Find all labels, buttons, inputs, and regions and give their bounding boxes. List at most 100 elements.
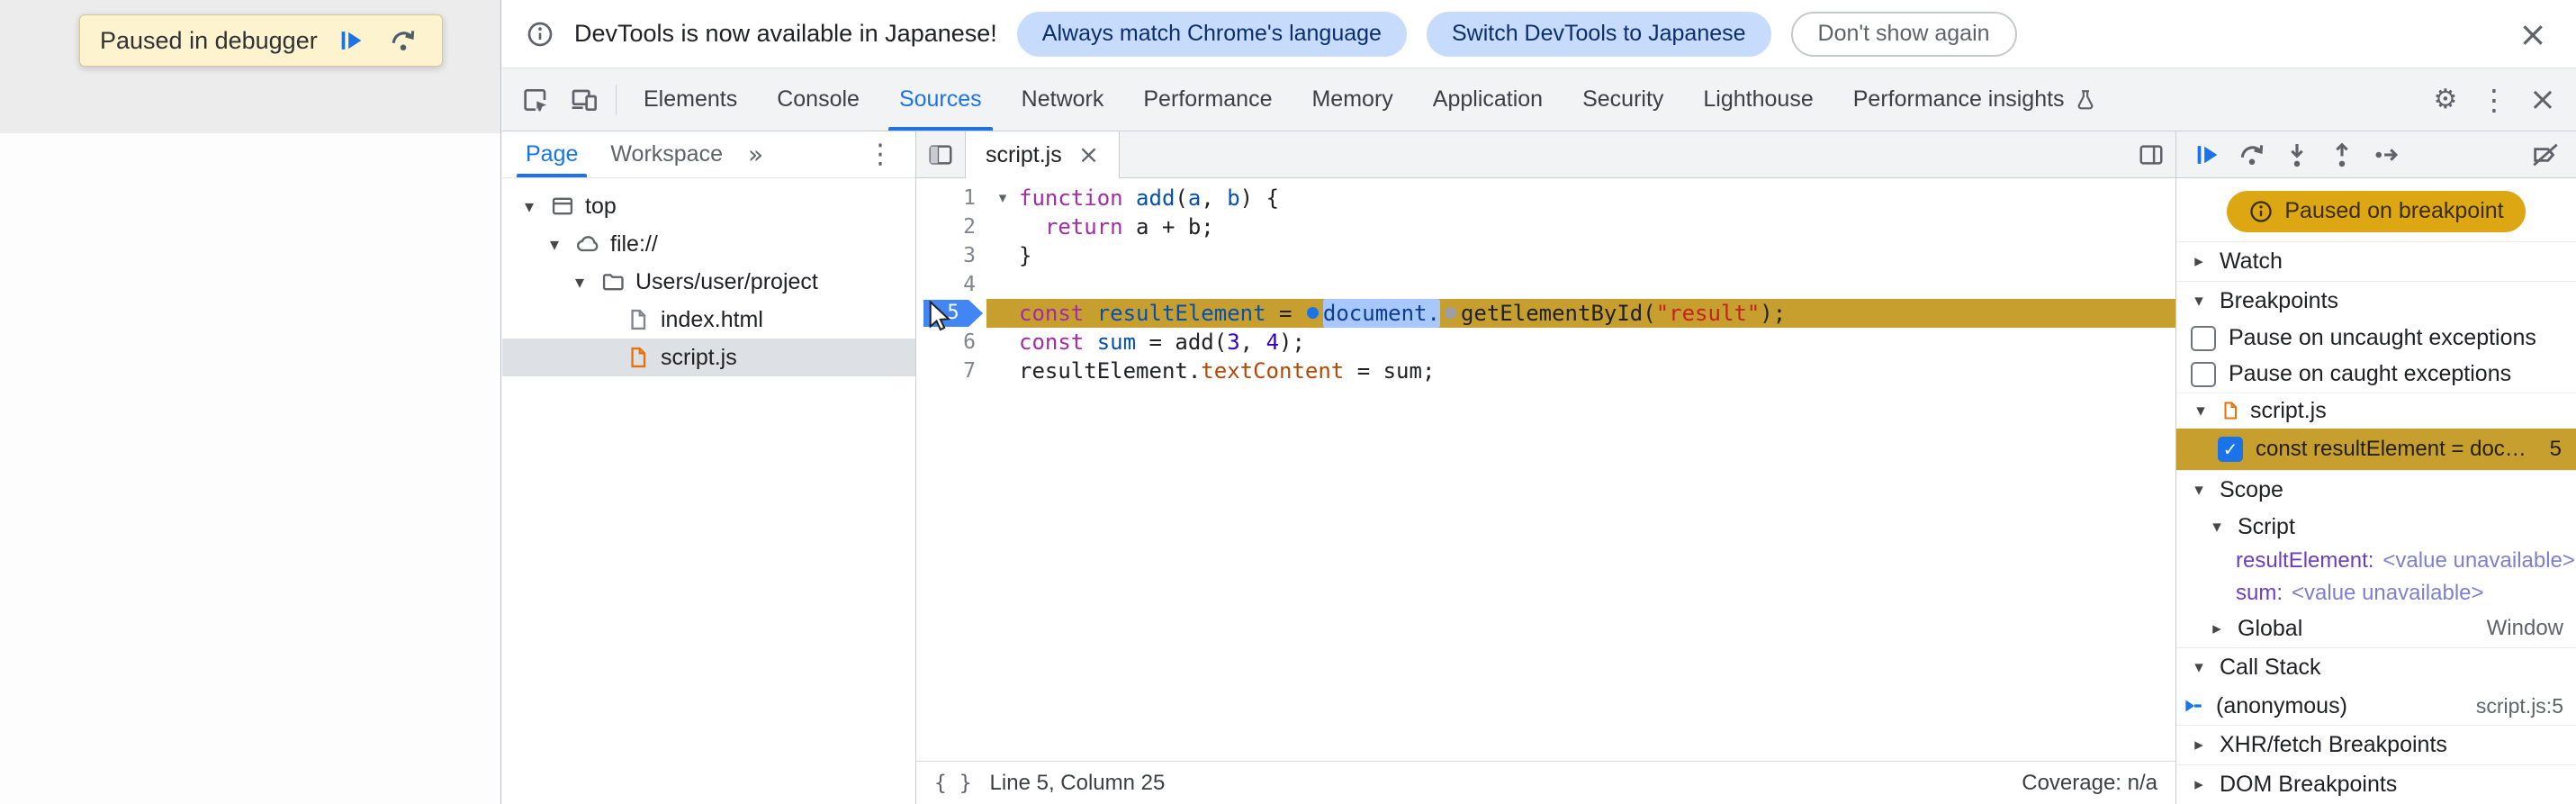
section-xhr-breakpoints[interactable]: ▸ XHR/fetch Breakpoints	[2176, 725, 2576, 764]
chevron-down-icon: ▾	[2212, 516, 2221, 537]
tab-lighthouse[interactable]: Lighthouse	[1683, 68, 1833, 131]
line-number[interactable]: 7	[916, 357, 986, 385]
line-number[interactable]: 6	[916, 328, 986, 357]
code-line-paused[interactable]: 5 const resultElement = document. getElem…	[916, 299, 2175, 328]
paused-banner-label: Paused in debugger	[100, 26, 318, 54]
language-infobar: DevTools is now available in Japanese! A…	[502, 0, 2576, 68]
switch-devtools-japanese-button[interactable]: Switch DevTools to Japanese	[1426, 11, 1771, 57]
file-tab-script-js[interactable]: script.js ×	[965, 131, 1121, 178]
breakpoint-file-icon	[2220, 400, 2241, 421]
resume-script-icon[interactable]	[332, 22, 370, 59]
execution-position-marker-icon	[1306, 306, 1319, 319]
close-devtools-icon[interactable]: ×	[2518, 76, 2567, 124]
navigator-tab-page[interactable]: Page	[509, 131, 594, 177]
navigator-tab-workspace[interactable]: Workspace	[594, 131, 739, 177]
chevron-right-icon: ▸	[2194, 774, 2203, 795]
continue-to-marker-icon	[1444, 306, 1456, 319]
more-options-icon[interactable]: ⋮	[2470, 76, 2518, 124]
editor-pane: script.js × 1 ▾ function add(a, b) {2 r…	[916, 131, 2176, 804]
breakpoint-line-number: 5	[2549, 436, 2562, 461]
infobar-close-icon[interactable]: ×	[2513, 17, 2553, 51]
deactivate-breakpoints-button[interactable]	[2526, 135, 2565, 175]
tab-performance-insights[interactable]: Performance insights	[1833, 68, 2117, 131]
breakpoint-badge[interactable]: 5	[923, 300, 983, 327]
code-editor[interactable]: 1 ▾ function add(a, b) { 2 return a + b; …	[916, 178, 2175, 761]
tab-console[interactable]: Console	[757, 68, 879, 131]
tab-elements[interactable]: Elements	[624, 68, 757, 131]
checkbox-unchecked[interactable]	[2191, 325, 2216, 351]
navigator-tabs: Page Workspace » ⋮	[502, 131, 915, 178]
tree-item-file-protocol[interactable]: ▾ file://	[502, 225, 915, 263]
tab-sources[interactable]: Sources	[879, 68, 1002, 131]
flask-icon	[2074, 88, 2097, 112]
highlighted-token: document.	[1322, 299, 1440, 328]
html-file-icon	[625, 306, 652, 333]
section-watch[interactable]: ▸ Watch	[2176, 240, 2576, 281]
inspect-element-icon[interactable]	[511, 76, 560, 124]
dont-show-again-button[interactable]: Don't show again	[1790, 11, 2017, 57]
tab-network[interactable]: Network	[1002, 68, 1124, 131]
breakpoint-group-script-js[interactable]: ▾ script.js	[2176, 392, 2576, 429]
cursor-position-label: Line 5, Column 25	[989, 770, 1166, 795]
line-number[interactable]: 3	[916, 241, 986, 270]
checkbox-checked[interactable]: ✓	[2218, 436, 2243, 462]
code-line[interactable]: 3 }	[916, 241, 2175, 270]
settings-gear-icon[interactable]: ⚙	[2421, 76, 2470, 124]
step-out-button[interactable]	[2322, 135, 2362, 175]
line-number[interactable]: 2	[916, 212, 986, 241]
close-tab-icon[interactable]: ×	[1078, 142, 1099, 167]
section-scope[interactable]: ▾ Scope	[2176, 469, 2576, 510]
tab-performance[interactable]: Performance	[1123, 68, 1292, 131]
line-number[interactable]: 1	[916, 184, 986, 212]
tree-item-top[interactable]: ▾ top	[502, 187, 915, 225]
call-stack-frame[interactable]: (anonymous) script.js:5	[2176, 687, 2576, 725]
debugger-sidebar: Paused on breakpoint ▸ Watch ▾ Breakpoin…	[2176, 131, 2576, 804]
scope-script-group[interactable]: ▾ Script	[2176, 510, 2576, 546]
section-breakpoints[interactable]: ▾ Breakpoints	[2176, 280, 2576, 321]
breakpoint-entry[interactable]: ✓ const resultElement = doc… 5	[2176, 428, 2576, 470]
fold-arrow-icon[interactable]: ▾	[986, 190, 1019, 206]
code-line[interactable]: 6 const sum = add(3, 4);	[916, 328, 2175, 357]
tree-item-script-js[interactable]: script.js	[502, 339, 915, 376]
code-line[interactable]: 1 ▾ function add(a, b) {	[916, 184, 2175, 212]
code-line[interactable]: 2 return a + b;	[916, 212, 2175, 241]
tree-item-index-html[interactable]: index.html	[502, 301, 915, 339]
pretty-print-icon[interactable]: { }	[934, 772, 972, 795]
devtools-tabbar: Elements Console Sources Network Perform…	[502, 68, 2576, 131]
section-call-stack[interactable]: ▾ Call Stack	[2176, 647, 2576, 687]
line-number[interactable]: 4	[916, 270, 986, 299]
checkbox-unchecked[interactable]	[2191, 361, 2216, 387]
frame-icon	[549, 193, 576, 220]
editor-tabstrip: script.js ×	[916, 131, 2175, 178]
scope-global-group[interactable]: ▸ Global Window	[2176, 610, 2576, 647]
paused-on-breakpoint-badge: Paused on breakpoint	[2227, 191, 2526, 232]
chevron-down-icon: ▾	[2194, 479, 2203, 500]
toggle-navigator-icon[interactable]	[916, 131, 965, 177]
code-line[interactable]: 7 resultElement.textContent = sum;	[916, 357, 2175, 385]
chevron-right-icon: ▸	[2194, 735, 2203, 755]
tab-application[interactable]: Application	[1413, 68, 1563, 131]
step-over-button[interactable]	[2232, 135, 2272, 175]
chevron-right-icon: ▸	[2194, 250, 2203, 271]
code-line[interactable]: 4	[916, 270, 2175, 299]
checkbox-pause-caught[interactable]: Pause on caught exceptions	[2176, 357, 2576, 393]
toggle-debugger-sidebar-icon[interactable]	[2127, 131, 2175, 177]
tab-memory[interactable]: Memory	[1292, 68, 1412, 131]
cloud-icon	[574, 230, 601, 257]
navigator-menu-icon[interactable]: ⋮	[852, 140, 908, 168]
checkbox-pause-uncaught[interactable]: Pause on uncaught exceptions	[2176, 321, 2576, 357]
chevron-down-icon: ▾	[574, 271, 585, 293]
step-over-icon[interactable]	[384, 22, 422, 59]
more-tabs-icon[interactable]: »	[739, 141, 772, 167]
resume-button[interactable]	[2187, 135, 2227, 175]
tree-item-project-folder[interactable]: ▾ Users/user/project	[502, 263, 915, 301]
always-match-language-button[interactable]: Always match Chrome's language	[1016, 11, 1407, 57]
tab-security[interactable]: Security	[1563, 68, 1683, 131]
step-into-button[interactable]	[2277, 135, 2317, 175]
breakpoint-gutter[interactable]: 5	[916, 300, 986, 327]
breakpoint-snippet[interactable]: const resultElement = doc…	[2256, 437, 2537, 462]
divider	[616, 84, 617, 115]
section-dom-breakpoints[interactable]: ▸ DOM Breakpoints	[2176, 764, 2576, 804]
device-toolbar-icon[interactable]	[560, 76, 608, 124]
step-button[interactable]	[2367, 135, 2407, 175]
